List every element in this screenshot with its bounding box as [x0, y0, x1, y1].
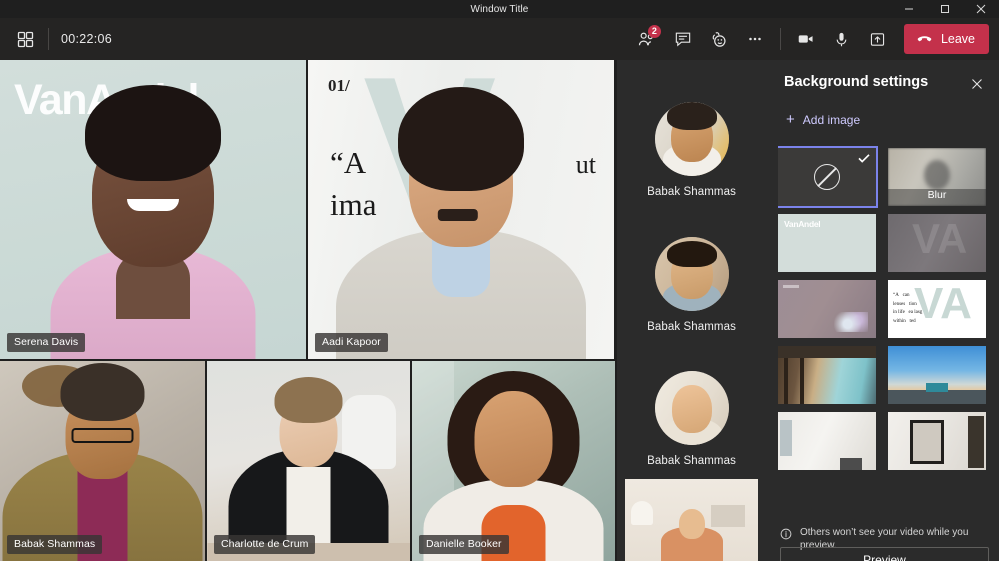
- thumb-decor: [834, 312, 868, 332]
- rail-participant-0[interactable]: Babak Shammas: [617, 102, 766, 198]
- video-tile-charlotte-de-crum[interactable]: Charlotte de Crum: [207, 361, 410, 561]
- meeting-timer: 00:22:06: [61, 32, 113, 46]
- tile-person-graphic: [308, 60, 614, 359]
- hangup-icon: [917, 35, 932, 41]
- toolbar-actions: 2: [631, 24, 771, 54]
- camera-button[interactable]: [790, 24, 822, 54]
- background-option-white-room[interactable]: [778, 412, 876, 470]
- checkmark-icon: [858, 154, 870, 163]
- close-icon: [972, 79, 982, 89]
- rail-participant-2[interactable]: Babak Shammas: [617, 371, 766, 467]
- preview-button[interactable]: Preview: [780, 547, 989, 561]
- participant-rail: Babak Shammas Babak Shammas Babak Shamma…: [617, 60, 766, 561]
- panel-header: Background settings: [766, 60, 999, 108]
- avatar: [654, 237, 729, 311]
- background-option-mauve-abstract[interactable]: [778, 280, 876, 338]
- window-controls: [891, 0, 999, 18]
- close-button[interactable]: [963, 0, 999, 18]
- share-screen-button[interactable]: [862, 24, 894, 54]
- title-bar: Window Title: [0, 0, 999, 18]
- grid-view-button[interactable]: [10, 24, 40, 54]
- tile-name-chip: Babak Shammas: [7, 535, 103, 554]
- add-image-label: Add image: [802, 112, 861, 127]
- tile-person-graphic: [0, 361, 205, 561]
- video-tile-babak-shammas[interactable]: Babak Shammas: [0, 361, 205, 561]
- microphone-icon: [837, 32, 847, 46]
- preview-button-label: Preview: [863, 553, 906, 561]
- info-icon: [780, 528, 792, 540]
- thumb-brand-letters: VA: [912, 215, 968, 262]
- microphone-button[interactable]: [826, 24, 858, 54]
- thumb-brand-letters: VA: [914, 280, 972, 328]
- teams-meeting-window: Window Title 00:22:06 2 Leave Serena Dav…: [0, 0, 999, 561]
- tile-person-graphic: [0, 60, 306, 359]
- minimize-button[interactable]: [891, 0, 927, 18]
- more-actions-button[interactable]: [739, 24, 771, 54]
- more-ellipsis-icon: [749, 37, 761, 41]
- camera-icon: [798, 35, 813, 43]
- grid-view-icon: [17, 31, 33, 47]
- background-option-blur[interactable]: Blur: [888, 148, 986, 206]
- rail-participant-name: Babak Shammas: [647, 455, 736, 467]
- rail-participant-name: Babak Shammas: [647, 186, 736, 198]
- panel-title: Background settings: [784, 74, 929, 90]
- toolbar-divider: [48, 28, 49, 50]
- reactions-button[interactable]: [703, 24, 735, 54]
- video-tile-serena-davis[interactable]: VanAndel Serena Davis: [0, 60, 306, 359]
- self-view-tile[interactable]: [625, 479, 758, 561]
- background-option-vanandel-light[interactable]: VanAndel: [778, 214, 876, 272]
- tile-name-chip: Aadi Kapoor: [315, 333, 388, 352]
- toolbar-separator: [779, 28, 781, 50]
- chat-button[interactable]: [667, 24, 699, 54]
- plus-icon: +: [786, 111, 795, 128]
- background-option-va-mono[interactable]: VA: [888, 214, 986, 272]
- leave-button-label: Leave: [940, 32, 975, 46]
- thumb-quote-text: “A can lenses tion in life ea lasg within t…: [893, 293, 923, 324]
- toolbar-media: [790, 24, 894, 54]
- participants-badge: 2: [647, 25, 661, 38]
- rail-participant-name: Babak Shammas: [647, 321, 736, 333]
- meeting-toolbar: 00:22:06 2 Leave: [0, 18, 999, 60]
- avatar: [654, 371, 729, 445]
- minimize-icon: [905, 8, 913, 10]
- background-option-lobby-interior[interactable]: [778, 346, 876, 404]
- add-image-button[interactable]: + Add image: [780, 108, 866, 131]
- video-stage: VanAndel Serena Davis V 01/ “Aima ut: [0, 60, 617, 561]
- window-title: Window Title: [470, 3, 529, 15]
- background-option-label: Blur: [927, 189, 947, 201]
- no-background-icon: [814, 164, 840, 190]
- close-icon: [976, 4, 986, 14]
- blur-person-shape: [924, 160, 950, 190]
- video-tile-aadi-kapoor[interactable]: V 01/ “Aima ut Aadi Kapoor: [308, 60, 614, 359]
- background-option-none[interactable]: [778, 146, 878, 208]
- chat-icon: [675, 32, 691, 47]
- background-thumbnail-grid: Blur VanAndel VA VA “A canlenses tioni: [778, 137, 988, 522]
- tile-name-chip: Charlotte de Crum: [214, 535, 316, 554]
- avatar: [654, 102, 729, 176]
- tile-person-graphic: [207, 361, 410, 561]
- rail-participant-1[interactable]: Babak Shammas: [617, 237, 766, 333]
- background-option-mirror-room[interactable]: [888, 412, 986, 470]
- maximize-button[interactable]: [927, 0, 963, 18]
- tile-name-chip: Serena Davis: [7, 333, 86, 352]
- maximize-icon: [941, 5, 949, 13]
- video-tile-danielle-booker[interactable]: Danielle Booker: [412, 361, 615, 561]
- share-screen-icon: [871, 32, 885, 46]
- reactions-icon: [713, 31, 726, 47]
- background-settings-panel: Background settings + Add image Blur Van…: [766, 60, 999, 561]
- participants-button[interactable]: 2: [631, 24, 663, 54]
- background-option-va-quote-white[interactable]: VA “A can lenses tion in life ea lasg withi…: [888, 280, 986, 338]
- background-option-harbor-sky[interactable]: [888, 346, 986, 404]
- thumb-brand-text: VanAndel: [784, 219, 821, 229]
- tile-name-chip: Danielle Booker: [419, 535, 509, 554]
- tile-person-graphic: [412, 361, 615, 561]
- leave-button[interactable]: Leave: [903, 24, 989, 54]
- panel-close-button[interactable]: [966, 73, 988, 95]
